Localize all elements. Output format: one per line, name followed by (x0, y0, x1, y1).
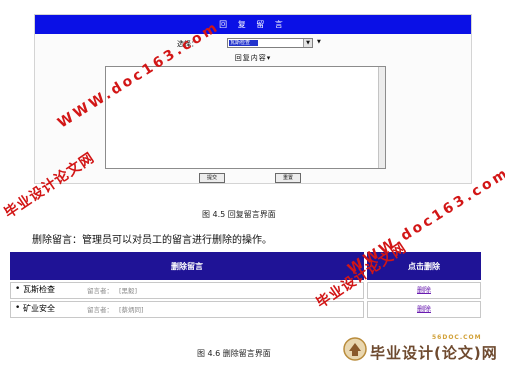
message-topic[interactable]: 矿业安全 (23, 303, 55, 314)
author-name: [蔡炳同] (119, 306, 144, 314)
dropdown-marker-icon: ▼ (317, 39, 321, 45)
table-row: • 矿业安全 留言者： [蔡炳同] 删除 (10, 301, 481, 318)
select-label: 选择： (177, 40, 198, 48)
table-header-click-delete: 点击删除 (367, 252, 481, 280)
author-name: [黑毅] (119, 287, 138, 295)
author-label: 留言者： (87, 287, 113, 295)
logo-title: 毕业设计(论文)网 (370, 344, 498, 362)
logo-emblem-icon (343, 337, 367, 361)
message-topic[interactable]: 瓦斯检查 (23, 284, 55, 295)
reply-content-label: 回复内容▾ (234, 54, 272, 62)
logo-site-name: 56DOC.COM (432, 334, 482, 341)
table-header-delete-message: 删除留言 (10, 252, 364, 280)
chevron-down-icon[interactable]: ▼ (303, 39, 312, 47)
figure-45-caption: 图 4.5 回复留言界面 (202, 210, 276, 219)
textarea-scrollbar[interactable] (378, 67, 385, 168)
reply-message-panel: 回 复 留 言 选择： 瓦斯检查 ▼ ▼ 回复内容▾ 提交 重置 (34, 14, 472, 184)
reset-button[interactable]: 重置 (275, 173, 301, 183)
figure-46-caption: 图 4.6 删除留言界面 (197, 349, 271, 358)
submit-button[interactable]: 提交 (199, 173, 225, 183)
message-select[interactable]: 瓦斯检查 ▼ (227, 38, 313, 48)
select-row: 选择： 瓦斯检查 ▼ ▼ (35, 37, 471, 51)
bullet-icon: • (15, 303, 21, 313)
delete-link[interactable]: 删除 (368, 304, 480, 314)
table-row: • 瓦斯检查 留言者： [黑毅] 删除 (10, 282, 481, 299)
message-cell: • 瓦斯检查 留言者： [黑毅] (10, 282, 364, 299)
bullet-icon: • (15, 284, 21, 294)
reply-content-textarea[interactable] (105, 66, 386, 169)
delete-link[interactable]: 删除 (368, 285, 480, 295)
site-logo: 56DOC.COM 毕业设计(论文)网 (340, 330, 505, 366)
message-select-value: 瓦斯检查 (229, 40, 258, 46)
delete-cell: 删除 (367, 301, 481, 318)
delete-description-text: 删除留言：管理员可以对员工的留言进行删除的操作。 (32, 235, 272, 246)
reply-panel-title: 回 复 留 言 (35, 15, 471, 34)
author-label: 留言者： (87, 306, 113, 314)
delete-cell: 删除 (367, 282, 481, 299)
message-cell: • 矿业安全 留言者： [蔡炳同] (10, 301, 364, 318)
delete-message-table: 删除留言 点击删除 • 瓦斯检查 留言者： [黑毅] 删除 • 矿业安全 留言者… (10, 252, 481, 320)
